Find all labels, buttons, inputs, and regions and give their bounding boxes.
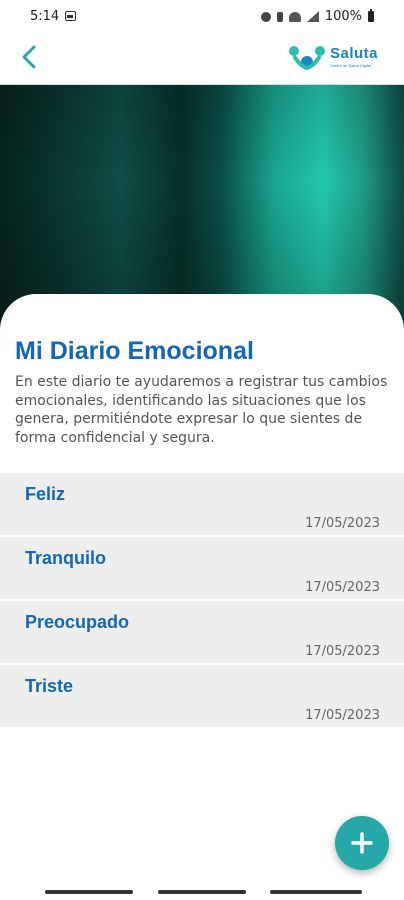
battery-percent: 100% [324, 9, 362, 24]
bluetooth-icon [276, 11, 283, 22]
diary-entry-triste[interactable]: Triste 17/05/2023 [0, 665, 404, 727]
saluta-logo: Saluta Centro de Salud Digital [288, 44, 378, 70]
entry-date: 17/05/2023 [305, 708, 380, 723]
entry-mood: Tranquilo [25, 548, 106, 568]
entry-mood: Preocupado [25, 612, 130, 632]
entry-mood: Triste [25, 676, 74, 696]
signal-icon [306, 11, 319, 22]
diary-entry-feliz[interactable]: Feliz 17/05/2023 [0, 473, 404, 535]
alarm-icon [260, 11, 271, 22]
status-time: 5:14 [30, 9, 60, 24]
logo-name: Saluta [329, 45, 378, 62]
entry-date: 17/05/2023 [305, 516, 380, 531]
nav-bar-segment [45, 890, 133, 894]
page-title: Mi Diario Emocional [15, 337, 254, 365]
entry-mood: Feliz [25, 484, 66, 504]
image-icon [65, 11, 76, 21]
chevron-left-icon [22, 45, 36, 69]
top-bar: Saluta Centro de Salud Digital [0, 34, 404, 85]
diary-entry-preocupado[interactable]: Preocupado 17/05/2023 [0, 601, 404, 663]
plus-icon [351, 832, 373, 854]
diary-entry-tranquilo[interactable]: Tranquilo 17/05/2023 [0, 537, 404, 599]
page-description: En este diario te ayudaremos a registrar… [15, 374, 388, 446]
nav-bar-segment [270, 890, 362, 894]
status-icons: 100% [260, 9, 374, 24]
entry-date: 17/05/2023 [305, 580, 380, 595]
back-button[interactable] [16, 43, 44, 71]
entry-date: 17/05/2023 [305, 644, 380, 659]
nav-bar-segment [158, 890, 246, 894]
status-bar: 5:14 100% [0, 0, 404, 34]
add-entry-button[interactable] [335, 816, 389, 870]
battery-icon [368, 9, 374, 22]
logo-tagline: Centro de Salud Digital [329, 63, 372, 68]
saluta-logo-icon [288, 46, 325, 70]
wifi-icon [288, 11, 301, 22]
